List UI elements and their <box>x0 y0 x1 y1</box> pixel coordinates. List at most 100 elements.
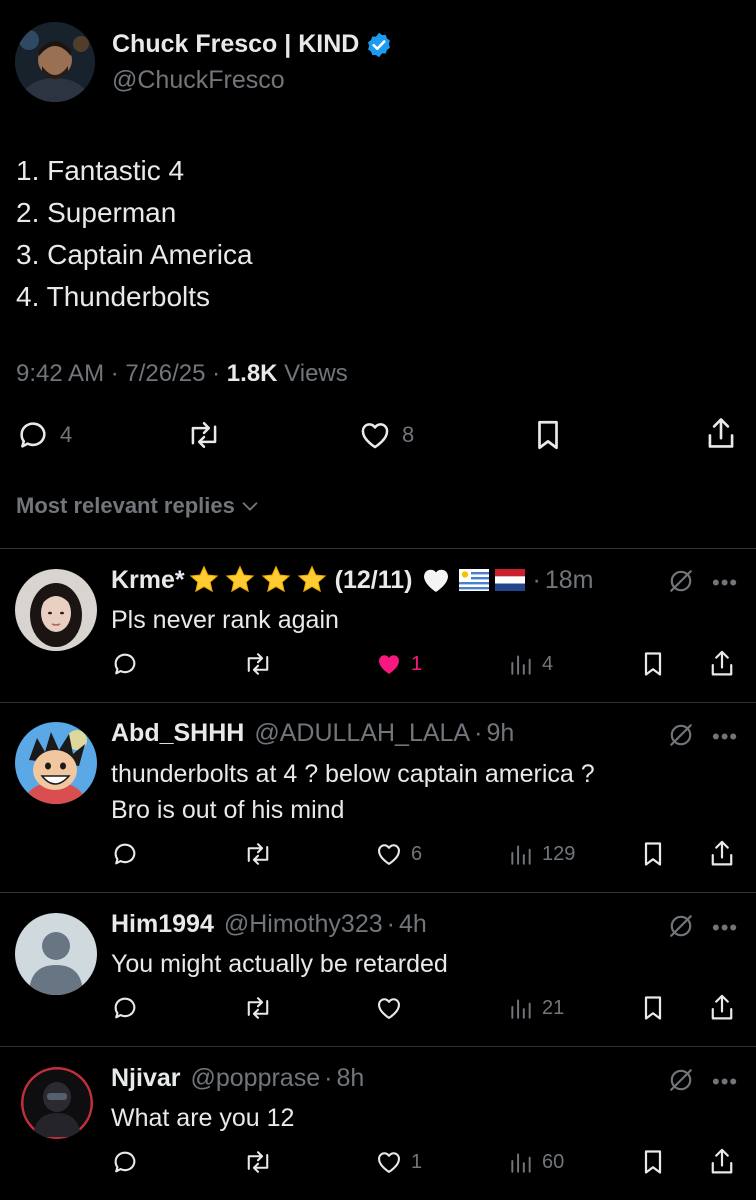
bookmark-icon <box>640 994 666 1022</box>
share-icon <box>704 416 738 452</box>
share-icon <box>708 993 736 1023</box>
bookmark-button[interactable] <box>640 650 666 678</box>
post-time[interactable]: 9:42 AM <box>16 360 104 387</box>
views-count: 21 <box>542 996 565 1019</box>
like-count: 1 <box>411 1150 423 1173</box>
reply-avatar[interactable] <box>15 913 97 995</box>
views-button[interactable]: 129 <box>508 841 575 867</box>
more-options-button[interactable]: ••• <box>712 724 738 750</box>
bookmark-button[interactable] <box>640 1148 666 1176</box>
divider <box>0 702 756 703</box>
reply-count: 4 <box>60 422 73 447</box>
reply-text: What are you 12 <box>111 1100 294 1136</box>
grok-icon[interactable] <box>668 722 694 748</box>
share-button[interactable] <box>708 649 736 679</box>
reply-avatar[interactable] <box>21 1067 93 1139</box>
like-button[interactable]: 1 <box>375 650 422 678</box>
repost-button[interactable] <box>243 1148 273 1176</box>
author-handle[interactable]: @ChuckFresco <box>112 66 285 95</box>
reply-icon <box>111 994 139 1022</box>
reply-icon <box>111 650 139 678</box>
grok-icon[interactable] <box>668 568 694 594</box>
star-icon <box>259 564 293 596</box>
like-count: 8 <box>402 422 415 447</box>
more-options-button[interactable]: ••• <box>712 915 738 941</box>
star-icon <box>187 564 221 596</box>
reply-author-suffix: (12/11) <box>334 565 413 594</box>
repost-button[interactable] <box>186 418 222 452</box>
reply-avatar[interactable] <box>15 569 97 651</box>
repost-button[interactable] <box>243 994 273 1022</box>
repost-icon <box>243 650 273 678</box>
bookmark-button[interactable] <box>640 840 666 868</box>
reply-button[interactable] <box>111 994 139 1022</box>
reply-icon <box>111 840 139 868</box>
chevron-down-icon <box>239 495 261 517</box>
bookmark-button[interactable] <box>532 418 564 452</box>
like-button[interactable]: 6 <box>375 840 422 868</box>
more-options-button[interactable]: ••• <box>712 570 738 596</box>
reply-time[interactable]: 8h <box>336 1064 364 1093</box>
reply-button[interactable] <box>111 650 139 678</box>
reply-author-name[interactable]: Abd_SHHH <box>111 719 244 748</box>
views-button[interactable]: 60 <box>508 1149 564 1175</box>
share-button[interactable] <box>704 416 738 452</box>
views-count: 1.8K <box>226 360 278 387</box>
post-line: 1. Fantastic 4 <box>16 155 185 186</box>
like-count: 6 <box>411 842 423 865</box>
heart-filled-icon <box>375 650 403 678</box>
bookmark-icon <box>640 840 666 868</box>
like-button[interactable] <box>375 994 403 1022</box>
share-button[interactable] <box>708 993 736 1023</box>
reply-text-line: Pls never rank again <box>111 606 339 634</box>
share-icon <box>708 1147 736 1177</box>
repost-icon <box>243 840 273 868</box>
reply-text-line: thunderbolts at 4 ? below captain americ… <box>111 760 595 788</box>
reply-author-name[interactable]: Him1994 <box>111 910 214 939</box>
repost-icon <box>243 1148 273 1176</box>
bookmark-button[interactable] <box>640 994 666 1022</box>
replies-sort-dropdown[interactable]: Most relevant replies <box>16 493 261 519</box>
like-button[interactable]: 1 <box>375 1148 422 1176</box>
repost-button[interactable] <box>243 840 273 868</box>
reply-text: thunderbolts at 4 ? below captain americ… <box>111 756 595 828</box>
share-button[interactable] <box>708 1147 736 1177</box>
share-icon <box>708 839 736 869</box>
reply-button[interactable] <box>111 840 139 868</box>
grok-icon[interactable] <box>668 1067 694 1093</box>
views-count: 4 <box>542 652 554 675</box>
reply-button[interactable] <box>111 1148 139 1176</box>
reply-header: Abd_SHHH @ADULLAH_LALA · 9h <box>111 719 515 748</box>
reply-author-name[interactable]: Krme* <box>111 566 185 595</box>
post-meta: 9:42 AM · 7/26/25 · 1.8K Views <box>16 360 348 387</box>
views-count: 60 <box>542 1150 565 1173</box>
like-button[interactable]: 8 <box>358 418 414 452</box>
views-button[interactable]: 21 <box>508 995 564 1021</box>
reply-text-line: What are you 12 <box>111 1104 295 1132</box>
author-name[interactable]: Chuck Fresco | KIND <box>112 30 393 59</box>
reply-avatar[interactable] <box>15 722 97 804</box>
bookmark-icon <box>532 418 564 452</box>
reply-author-name[interactable]: Njivar <box>111 1064 180 1093</box>
star-icon <box>223 564 257 596</box>
post-line: 3. Captain America <box>16 239 253 270</box>
post-date[interactable]: 7/26/25 <box>125 360 205 387</box>
uruguay-flag-icon <box>458 569 489 591</box>
reply-time[interactable]: 4h <box>399 910 427 939</box>
reply-button[interactable]: 4 <box>16 418 72 452</box>
grok-icon[interactable] <box>668 913 694 939</box>
more-options-button[interactable]: ••• <box>712 1069 738 1095</box>
reply-time[interactable]: 9h <box>486 719 514 748</box>
reply-time[interactable]: 18m <box>545 566 594 595</box>
divider <box>0 1046 756 1047</box>
reply-author-handle[interactable]: @popprase <box>190 1064 320 1093</box>
post-text: 1. Fantastic 4 2. Superman 3. Captain Am… <box>16 150 253 318</box>
views-button[interactable]: 4 <box>508 651 553 677</box>
reply-text: Pls never rank again <box>111 602 339 638</box>
views-count: 129 <box>542 842 576 865</box>
share-button[interactable] <box>708 839 736 869</box>
reply-author-handle[interactable]: @ADULLAH_LALA <box>254 719 470 748</box>
reply-author-handle[interactable]: @Himothy323 <box>224 910 383 939</box>
repost-button[interactable] <box>243 650 273 678</box>
author-avatar[interactable] <box>15 22 95 102</box>
